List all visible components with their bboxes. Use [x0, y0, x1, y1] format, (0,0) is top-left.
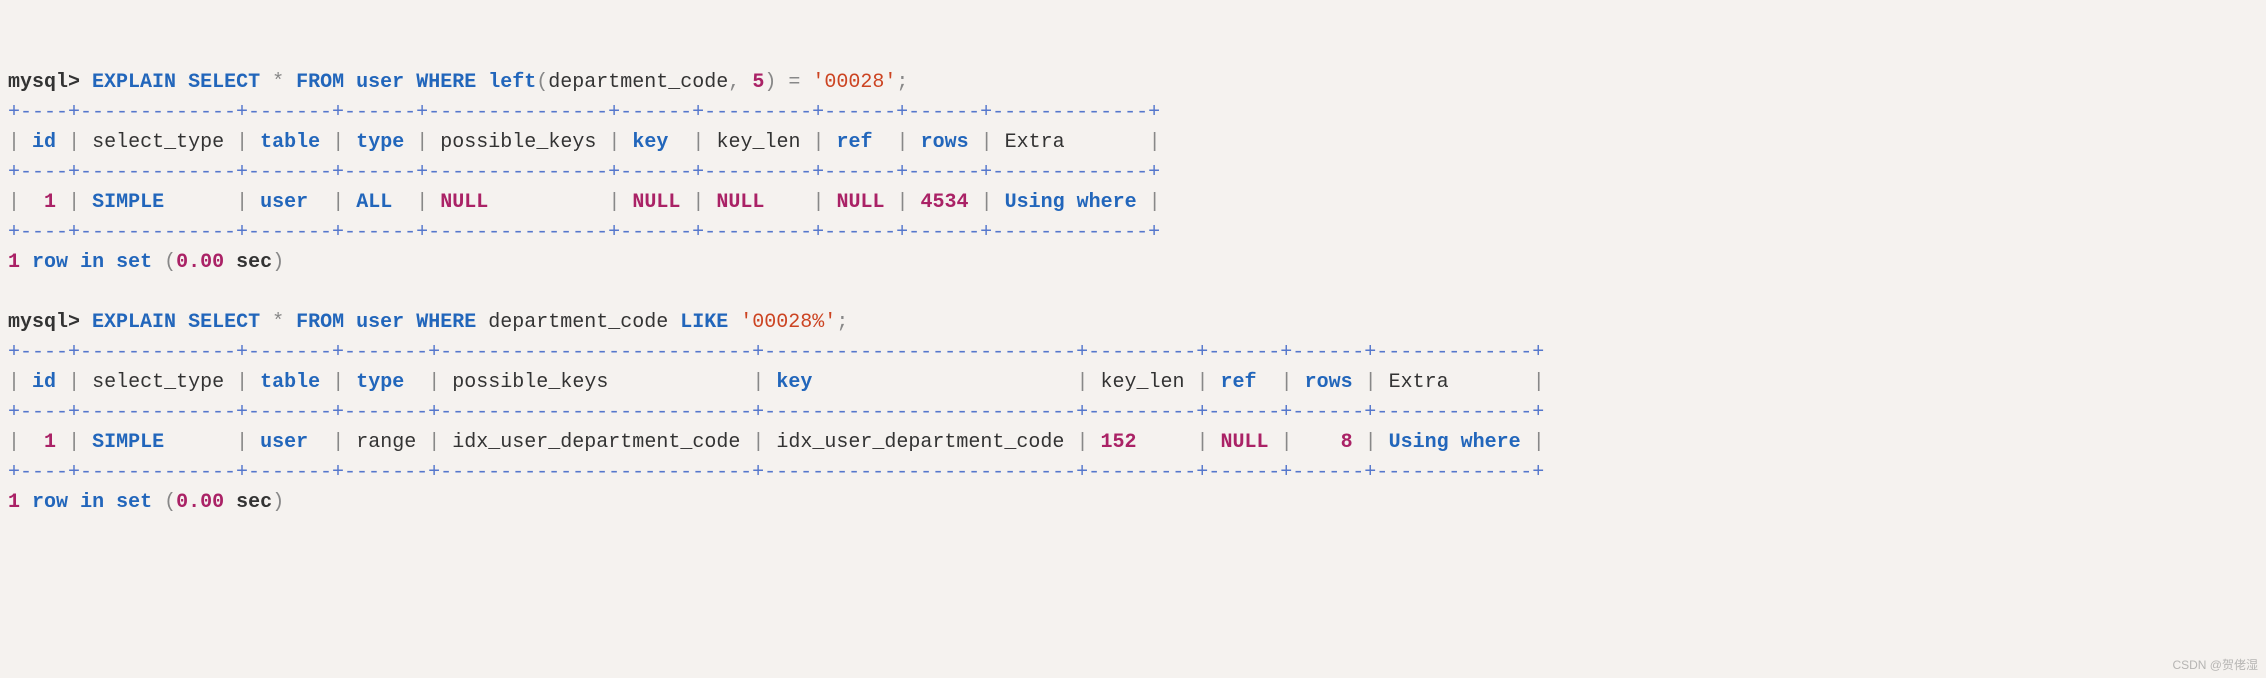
- col-type: type: [356, 131, 404, 154]
- mysql-prompt: mysql>: [8, 311, 80, 334]
- set-word: set: [116, 251, 152, 274]
- semi: ;: [896, 71, 908, 94]
- table-border: +----+-------------+-------+-------+----…: [8, 341, 1544, 364]
- val-possible-keys: idx_user_department_code: [452, 431, 740, 454]
- val-extra: Using where: [1005, 191, 1137, 214]
- val-table: user: [260, 431, 308, 454]
- lparen: (: [536, 71, 548, 94]
- arg-num: 5: [752, 71, 764, 94]
- col-ref: ref: [1221, 371, 1257, 394]
- val-extra: Using where: [1389, 431, 1521, 454]
- col-name: department_code: [548, 71, 728, 94]
- kw-from: FROM: [296, 71, 344, 94]
- table-border: +----+-------------+-------+-------+----…: [8, 401, 1544, 424]
- table-border: +----+-------------+-------+-------+----…: [8, 461, 1544, 484]
- col-id: id: [32, 371, 56, 394]
- star: *: [272, 311, 284, 334]
- lp: (: [164, 251, 176, 274]
- val-type: range: [356, 431, 416, 454]
- kw-where: WHERE: [416, 71, 476, 94]
- string-lit: '00028%': [740, 311, 836, 334]
- pipe: |: [8, 131, 20, 154]
- col-table: table: [260, 371, 320, 394]
- val-rows: 8: [1341, 431, 1353, 454]
- terminal-output: mysql> EXPLAIN SELECT * FROM user WHERE …: [8, 71, 1545, 514]
- in-word: in: [80, 491, 104, 514]
- col-rows: rows: [1305, 371, 1353, 394]
- kw-from: FROM: [296, 311, 344, 334]
- table-border: +----+-------------+-------+------+-----…: [8, 101, 1160, 124]
- val-possible-keys: NULL: [440, 191, 488, 214]
- in-word: in: [80, 251, 104, 274]
- eq: =: [788, 71, 800, 94]
- val-ref: NULL: [1221, 431, 1269, 454]
- kw-explain: EXPLAIN: [92, 71, 176, 94]
- col-type: type: [356, 371, 404, 394]
- lp: (: [164, 491, 176, 514]
- star: *: [272, 71, 284, 94]
- col-table: table: [260, 131, 320, 154]
- val-select-type: SIMPLE: [92, 431, 164, 454]
- val-id: 1: [44, 431, 56, 454]
- col-name: department_code: [488, 311, 668, 334]
- col-possible-keys: possible_keys: [452, 371, 608, 394]
- val-key-len: NULL: [716, 191, 764, 214]
- col-select-type: select_type: [92, 131, 224, 154]
- table-name: user: [356, 71, 404, 94]
- string-lit: '00028': [812, 71, 896, 94]
- mysql-prompt: mysql>: [8, 71, 80, 94]
- val-id: 1: [44, 191, 56, 214]
- comma: ,: [728, 71, 740, 94]
- semi: ;: [836, 311, 848, 334]
- col-key: key: [632, 131, 668, 154]
- col-extra: Extra: [1389, 371, 1449, 394]
- val-select-type: SIMPLE: [92, 191, 164, 214]
- rparen: ): [764, 71, 776, 94]
- table-border: +----+-------------+-------+------+-----…: [8, 221, 1160, 244]
- col-key: key: [776, 371, 812, 394]
- row-word: row: [32, 491, 68, 514]
- val-type: ALL: [356, 191, 392, 214]
- col-ref: ref: [837, 131, 873, 154]
- kw-where: WHERE: [416, 311, 476, 334]
- col-select-type: select_type: [92, 371, 224, 394]
- val-key: NULL: [632, 191, 680, 214]
- kw-like: LIKE: [680, 311, 728, 334]
- col-extra: Extra: [1005, 131, 1065, 154]
- kw-explain: EXPLAIN: [92, 311, 176, 334]
- kw-select: SELECT: [188, 71, 260, 94]
- sec-word: sec: [236, 491, 272, 514]
- val-ref: NULL: [836, 191, 884, 214]
- kw-select: SELECT: [188, 311, 260, 334]
- time-val: 0.00: [176, 491, 224, 514]
- val-table: user: [260, 191, 308, 214]
- col-key-len: key_len: [716, 131, 800, 154]
- table-name: user: [356, 311, 404, 334]
- val-key-len: 152: [1100, 431, 1136, 454]
- func-left: left: [488, 71, 536, 94]
- row-count: 1: [8, 251, 20, 274]
- row-word: row: [32, 251, 68, 274]
- col-possible-keys: possible_keys: [440, 131, 596, 154]
- row-count: 1: [8, 491, 20, 514]
- val-rows: 4534: [921, 191, 969, 214]
- col-key-len: key_len: [1100, 371, 1184, 394]
- rp: ): [272, 251, 284, 274]
- col-rows: rows: [921, 131, 969, 154]
- set-word: set: [116, 491, 152, 514]
- watermark: CSDN @贺佬湿: [2172, 656, 2258, 674]
- sec-word: sec: [236, 251, 272, 274]
- time-val: 0.00: [176, 251, 224, 274]
- col-id: id: [32, 131, 56, 154]
- table-border: +----+-------------+-------+------+-----…: [8, 161, 1160, 184]
- rp: ): [272, 491, 284, 514]
- val-key: idx_user_department_code: [776, 431, 1064, 454]
